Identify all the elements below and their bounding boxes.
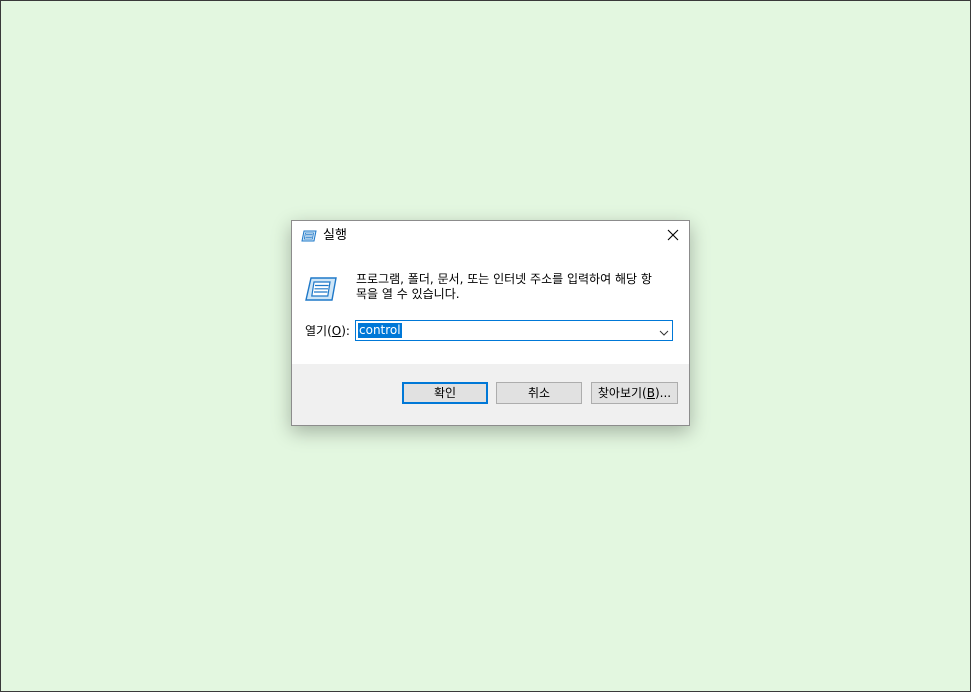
chevron-down-icon[interactable]	[659, 326, 669, 336]
run-dialog: 실행 프로그램, 폴더, 문서, 또는 인터넷 주소를 입력하여 해당 항 목을…	[291, 220, 690, 426]
instruction-text: 프로그램, 폴더, 문서, 또는 인터넷 주소를 입력하여 해당 항 목을 열 …	[356, 272, 676, 302]
open-label-suffix: ):	[341, 324, 350, 338]
ok-button[interactable]: 확인	[402, 382, 488, 404]
desktop-background: 실행 프로그램, 폴더, 문서, 또는 인터넷 주소를 입력하여 해당 항 목을…	[0, 0, 971, 692]
open-combobox[interactable]: control	[355, 320, 673, 341]
open-label-prefix: 열기(	[305, 324, 332, 338]
close-button[interactable]	[657, 221, 689, 251]
close-icon	[667, 229, 679, 241]
browse-accesskey: B	[646, 386, 655, 400]
run-icon	[301, 230, 317, 242]
open-label-accesskey: O	[331, 324, 342, 338]
run-large-icon	[305, 277, 337, 301]
open-input-value[interactable]: control	[358, 323, 402, 338]
open-label: 열기(O):	[305, 323, 350, 339]
dialog-footer: 확인 취소 찾아보기(B)...	[292, 364, 689, 425]
instruction-line-2: 목을 열 수 있습니다.	[356, 287, 460, 301]
cancel-button[interactable]: 취소	[496, 382, 582, 404]
title-bar[interactable]: 실행	[292, 221, 689, 251]
dialog-title: 실행	[323, 228, 347, 243]
browse-label-prefix: 찾아보기(	[597, 386, 647, 400]
instruction-line-1: 프로그램, 폴더, 문서, 또는 인터넷 주소를 입력하여 해당 항	[356, 272, 652, 286]
browse-button[interactable]: 찾아보기(B)...	[591, 382, 678, 404]
browse-label-suffix: )...	[654, 386, 672, 400]
